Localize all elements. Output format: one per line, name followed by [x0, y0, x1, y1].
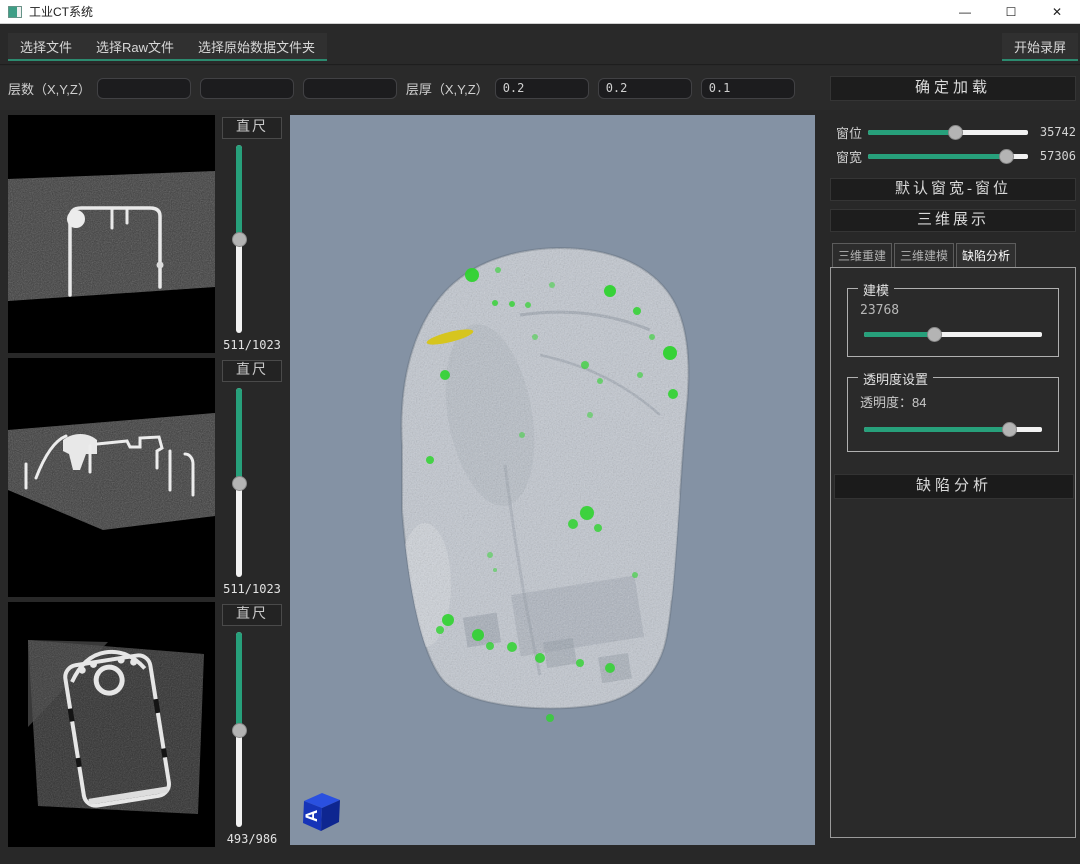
slider-fill: [864, 332, 935, 337]
slider-fill: [868, 154, 1007, 159]
slider-fill: [236, 388, 242, 483]
slice-slider-3[interactable]: [232, 632, 246, 827]
default-window-button[interactable]: 默认窗宽-窗位: [830, 178, 1076, 201]
modeling-group-title: 建模: [858, 280, 894, 299]
slider-handle[interactable]: [1002, 422, 1017, 437]
params-row: 层数（X,Y,Z） 层厚（X,Y,Z） 确定加载: [0, 66, 1080, 110]
window-title: 工业CT系统: [29, 3, 93, 20]
slice-position-2: 511/1023: [216, 582, 288, 596]
maximize-button[interactable]: ☐: [988, 0, 1034, 24]
modeling-groupbox: 建模 23768: [847, 288, 1059, 357]
titlebar: 工业CT系统 — ☐ ✕: [0, 0, 1080, 24]
thickness-y-input[interactable]: [598, 78, 692, 99]
transparency-groupbox: 透明度设置 透明度：84: [847, 377, 1059, 452]
modeling-slider[interactable]: [864, 326, 1042, 342]
window-level-slider[interactable]: [868, 124, 1028, 140]
layers-z-input[interactable]: [303, 78, 397, 99]
slice-slider-block-2: 直尺 511/1023: [216, 358, 288, 597]
select-raw-file-button[interactable]: 选择Raw文件: [84, 33, 186, 59]
run-defect-analysis-button[interactable]: 缺陷分析: [834, 474, 1074, 499]
ct-slice-view-axial[interactable]: [8, 115, 215, 353]
transparency-value-label: 透明度：84: [860, 392, 1046, 411]
close-button[interactable]: ✕: [1034, 0, 1080, 24]
slice-position-1: 511/1023: [216, 338, 288, 352]
layers-x-input[interactable]: [97, 78, 191, 99]
slice-slider-block-1: 直尺 511/1023: [216, 115, 288, 353]
minimize-button[interactable]: —: [942, 0, 988, 24]
ruler-button-3[interactable]: 直尺: [222, 604, 282, 626]
select-file-button[interactable]: 选择文件: [8, 33, 84, 59]
thickness-label: 层厚（X,Y,Z）: [406, 79, 489, 98]
slider-handle[interactable]: [232, 723, 247, 738]
slider-handle[interactable]: [232, 232, 247, 247]
start-recording-button[interactable]: 开始录屏: [1002, 33, 1078, 61]
layers-label: 层数（X,Y,Z）: [8, 79, 91, 98]
modeling-value: 23768: [860, 303, 1046, 318]
window-level-label: 窗位: [830, 123, 864, 142]
window-width-value: 57306: [1032, 149, 1076, 163]
viewer-logo-icon: A: [298, 789, 342, 833]
slice-position-3: 493/986: [216, 832, 288, 846]
ruler-button-2[interactable]: 直尺: [222, 360, 282, 382]
ruler-button-1[interactable]: 直尺: [222, 117, 282, 139]
tab-3d-reconstruction[interactable]: 三维重建: [832, 243, 892, 270]
tab-defect-analysis[interactable]: 缺陷分析: [956, 243, 1016, 270]
slider-handle[interactable]: [948, 125, 963, 140]
slider-fill: [864, 427, 1010, 432]
slider-fill: [868, 130, 956, 135]
svg-text:A: A: [302, 810, 321, 822]
transparency-group-title: 透明度设置: [858, 369, 933, 388]
file-menu-group: 选择文件 选择Raw文件 选择原始数据文件夹: [8, 33, 327, 61]
defect-analysis-panel: 建模 23768 透明度设置 透明度：84 缺陷分析: [830, 267, 1076, 838]
window-width-slider[interactable]: [868, 148, 1028, 164]
right-panel: 窗位 35742 窗宽 57306 默认窗宽-窗位 三维展示 三维重建 三维建模…: [830, 112, 1076, 845]
thickness-z-input[interactable]: [701, 78, 795, 99]
window-width-label: 窗宽: [830, 147, 864, 166]
confirm-load-button[interactable]: 确定加载: [830, 76, 1076, 101]
window-level-value: 35742: [1032, 125, 1076, 139]
tab-3d-modeling[interactable]: 三维建模: [894, 243, 954, 270]
transparency-slider[interactable]: [864, 421, 1042, 437]
viewport-3d[interactable]: A: [290, 115, 815, 845]
select-raw-data-folder-button[interactable]: 选择原始数据文件夹: [186, 33, 327, 59]
analysis-tabs: 三维重建 三维建模 缺陷分析: [832, 243, 1016, 270]
slider-handle[interactable]: [999, 149, 1014, 164]
slice-slider-block-3: 直尺 493/986: [216, 602, 288, 847]
slice-slider-2[interactable]: [232, 388, 246, 577]
layers-y-input[interactable]: [200, 78, 294, 99]
slider-fill: [236, 632, 242, 730]
display-3d-button[interactable]: 三维展示: [830, 209, 1076, 232]
slider-handle[interactable]: [927, 327, 942, 342]
thickness-x-input[interactable]: [495, 78, 589, 99]
slider-fill: [236, 145, 242, 239]
ct-slice-view-sagittal[interactable]: [8, 602, 215, 847]
slider-handle[interactable]: [232, 476, 247, 491]
app-icon: [8, 6, 22, 18]
volume-render: [290, 115, 815, 845]
slice-slider-1[interactable]: [232, 145, 246, 333]
ct-slice-view-coronal[interactable]: [8, 358, 215, 597]
menubar: 选择文件 选择Raw文件 选择原始数据文件夹 开始录屏: [0, 25, 1080, 65]
